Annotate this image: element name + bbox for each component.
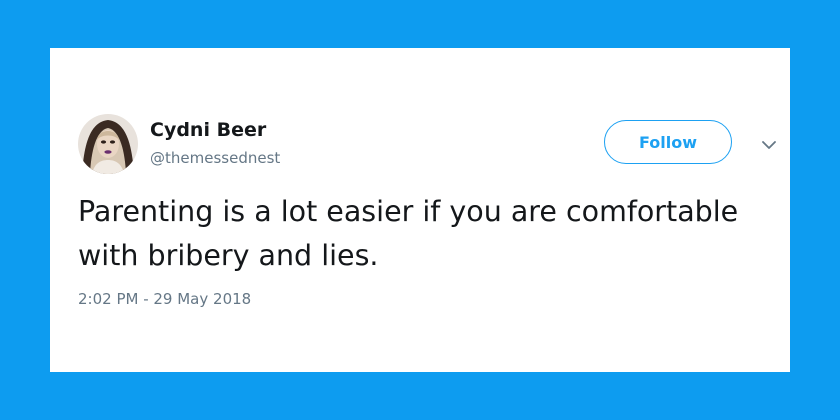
follow-button[interactable]: Follow	[604, 120, 732, 164]
author-handle[interactable]: @themessednest	[150, 149, 280, 167]
avatar[interactable]	[78, 114, 138, 174]
author-name[interactable]: Cydni Beer	[150, 119, 266, 141]
tweet-card: Cydni Beer @themessednest Follow Parenti…	[50, 48, 790, 372]
tweet-text: Parenting is a lot easier if you are com…	[78, 195, 739, 272]
tweet-timestamp[interactable]: 2:02 PM - 29 May 2018	[78, 290, 251, 308]
avatar-photo	[78, 114, 138, 174]
chevron-down-icon[interactable]	[758, 137, 780, 151]
